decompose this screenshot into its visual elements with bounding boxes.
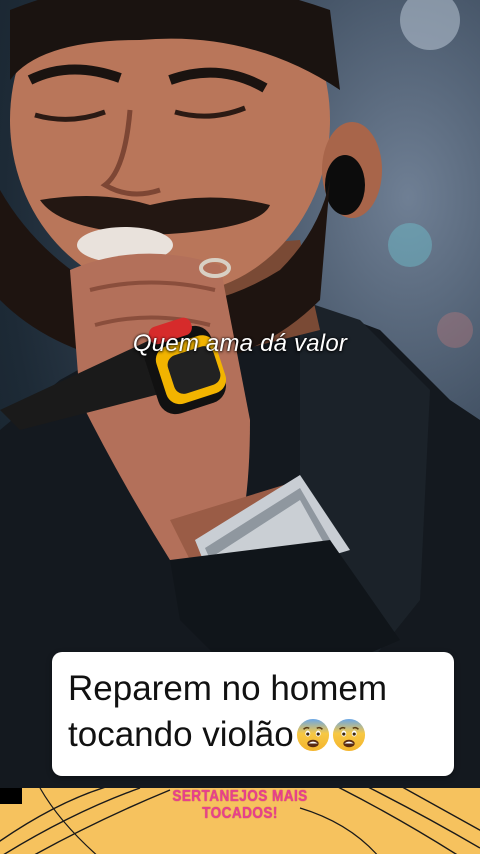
- banner-title-line-1: SERTANEJOS MAIS: [172, 788, 308, 805]
- banner-title-line-2: TOCADOS!: [202, 805, 278, 822]
- caption-line-1: Reparem no homem: [68, 669, 388, 708]
- fearful-face-emoji-icon: [332, 718, 365, 752]
- caption-line-2: tocando violão: [68, 712, 444, 758]
- video-frame[interactable]: Quem ama dá valor Reparem no homem tocan…: [0, 0, 480, 854]
- banner-title: SERTANEJOS MAIS TOCADOS!: [36, 788, 444, 822]
- video-subtitle: Quem ama dá valor: [132, 330, 348, 357]
- bottom-banner: SERTANEJOS MAIS TOCADOS!: [0, 788, 480, 854]
- fearful-face-emoji-icon: [296, 718, 329, 752]
- caption-card: Reparem no homem tocando violão: [52, 652, 454, 776]
- caption-line-2-text: tocando violão: [68, 715, 294, 754]
- corner-mark: [0, 788, 22, 804]
